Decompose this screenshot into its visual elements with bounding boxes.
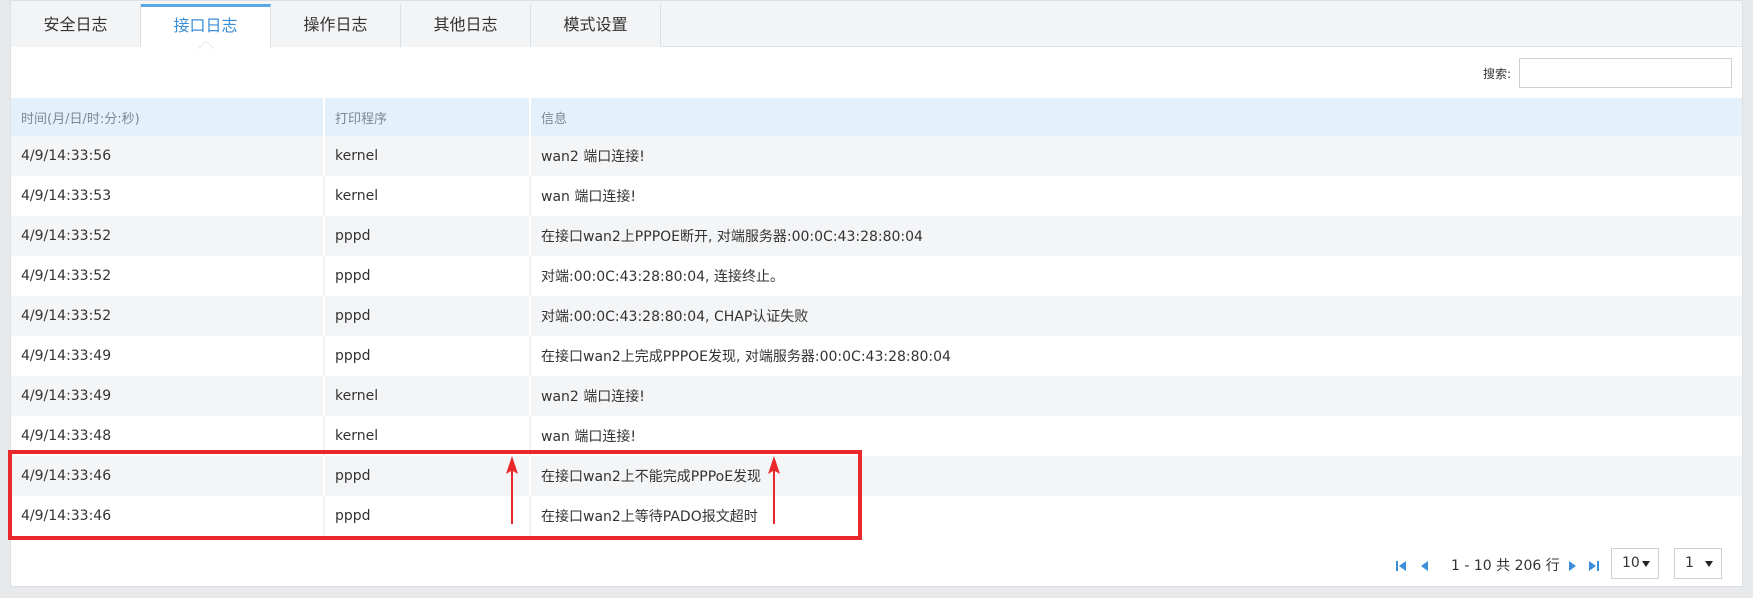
- search-input[interactable]: [1519, 58, 1732, 88]
- cell-program: kernel: [323, 376, 529, 416]
- cell-info: 在接口wan2上等待PADO报文超时: [529, 496, 1742, 536]
- page-number-value: 1: [1685, 555, 1694, 571]
- column-header-info[interactable]: 信息: [529, 98, 1742, 136]
- table-row[interactable]: 4/9/14:33:52 pppd 在接口wan2上PPPOE断开, 对端服务器…: [11, 216, 1742, 256]
- cell-program: pppd: [323, 496, 529, 536]
- cell-time: 4/9/14:33:49: [21, 348, 112, 364]
- prev-page-icon[interactable]: [1417, 559, 1431, 573]
- cell-time: 4/9/14:33:52: [21, 268, 112, 284]
- column-header-program[interactable]: 打印程序: [323, 98, 529, 136]
- tab-label: 其他日志: [433, 15, 498, 34]
- table-row[interactable]: 4/9/14:33:48 kernel wan 端口连接!: [11, 416, 1742, 456]
- cell-info: 对端:00:0C:43:28:80:04, 连接终止。: [529, 256, 1742, 296]
- log-panel: 安全日志 接口日志 操作日志 其他日志 模式设置 搜索: 时间(月/日/时:分:…: [10, 0, 1743, 587]
- search-label: 搜索:: [1483, 67, 1512, 81]
- table-row[interactable]: 4/9/14:33:56 kernel wan2 端口连接!: [11, 136, 1742, 176]
- tab-operation-log[interactable]: 操作日志: [271, 4, 401, 47]
- cell-program: pppd: [323, 256, 529, 296]
- cell-program: kernel: [323, 176, 529, 216]
- tab-interface-log[interactable]: 接口日志: [141, 4, 271, 49]
- cell-info: wan2 端口连接!: [529, 136, 1742, 176]
- cell-time: 4/9/14:33:49: [21, 388, 112, 404]
- cell-program: kernel: [323, 136, 529, 176]
- table-row[interactable]: 4/9/14:33:52 pppd 对端:00:0C:43:28:80:04, …: [11, 256, 1742, 296]
- cell-time: 4/9/14:33:52: [21, 308, 112, 324]
- cell-info: wan2 端口连接!: [529, 376, 1742, 416]
- page-size-select[interactable]: 10: [1611, 548, 1659, 579]
- table-row[interactable]: 4/9/14:33:49 pppd 在接口wan2上完成PPPOE发现, 对端服…: [11, 336, 1742, 376]
- table-header: 时间(月/日/时:分:秒) 打印程序 信息: [11, 98, 1742, 136]
- cell-program: pppd: [323, 336, 529, 376]
- cell-program: pppd: [323, 216, 529, 256]
- tab-label: 模式设置: [563, 15, 628, 34]
- tab-label: 接口日志: [173, 16, 238, 35]
- first-page-icon[interactable]: [1394, 559, 1408, 573]
- cell-time: 4/9/14:33:56: [21, 148, 112, 164]
- chevron-down-icon: [1705, 561, 1713, 567]
- active-tab-notch: [197, 41, 215, 49]
- cell-info: 对端:00:0C:43:28:80:04, CHAP认证失败: [529, 296, 1742, 336]
- cell-program: pppd: [323, 456, 529, 496]
- table-row[interactable]: 4/9/14:33:46 pppd 在接口wan2上等待PADO报文超时: [11, 496, 1742, 536]
- cell-info: wan 端口连接!: [529, 416, 1742, 456]
- page-size-value: 10: [1622, 555, 1640, 571]
- tab-label: 安全日志: [43, 15, 108, 34]
- cell-time: 4/9/14:33:46: [21, 508, 112, 524]
- cell-time: 4/9/14:33:48: [21, 428, 112, 444]
- cell-time: 4/9/14:33:52: [21, 228, 112, 244]
- table-row[interactable]: 4/9/14:33:49 kernel wan2 端口连接!: [11, 376, 1742, 416]
- cell-program: pppd: [323, 296, 529, 336]
- table-row[interactable]: 4/9/14:33:52 pppd 对端:00:0C:43:28:80:04, …: [11, 296, 1742, 336]
- cell-info: 在接口wan2上PPPOE断开, 对端服务器:00:0C:43:28:80:04: [529, 216, 1742, 256]
- tab-security-log[interactable]: 安全日志: [11, 4, 141, 47]
- log-table: 时间(月/日/时:分:秒) 打印程序 信息 4/9/14:33:56 kerne…: [11, 98, 1742, 536]
- cell-program: kernel: [323, 416, 529, 456]
- cell-info: 在接口wan2上不能完成PPPoE发现: [529, 456, 1742, 496]
- tab-label: 操作日志: [303, 15, 368, 34]
- next-page-icon[interactable]: [1566, 559, 1580, 573]
- cell-info: 在接口wan2上完成PPPOE发现, 对端服务器:00:0C:43:28:80:…: [529, 336, 1742, 376]
- last-page-icon[interactable]: [1587, 559, 1601, 573]
- tab-bar: 安全日志 接口日志 操作日志 其他日志 模式设置: [11, 1, 1742, 49]
- chevron-down-icon: [1642, 561, 1650, 567]
- table-row[interactable]: 4/9/14:33:53 kernel wan 端口连接!: [11, 176, 1742, 216]
- tab-mode-settings[interactable]: 模式设置: [531, 4, 661, 47]
- cell-time: 4/9/14:33:53: [21, 188, 112, 204]
- tab-other-log[interactable]: 其他日志: [401, 4, 531, 47]
- pagination-range-text: 1 - 10 共 206 行: [1451, 558, 1560, 574]
- table-row[interactable]: 4/9/14:33:46 pppd 在接口wan2上不能完成PPPoE发现: [11, 456, 1742, 496]
- column-header-time[interactable]: 时间(月/日/时:分:秒): [11, 98, 323, 136]
- cell-info: wan 端口连接!: [529, 176, 1742, 216]
- cell-time: 4/9/14:33:46: [21, 468, 112, 484]
- page-number-select[interactable]: 1: [1674, 548, 1722, 579]
